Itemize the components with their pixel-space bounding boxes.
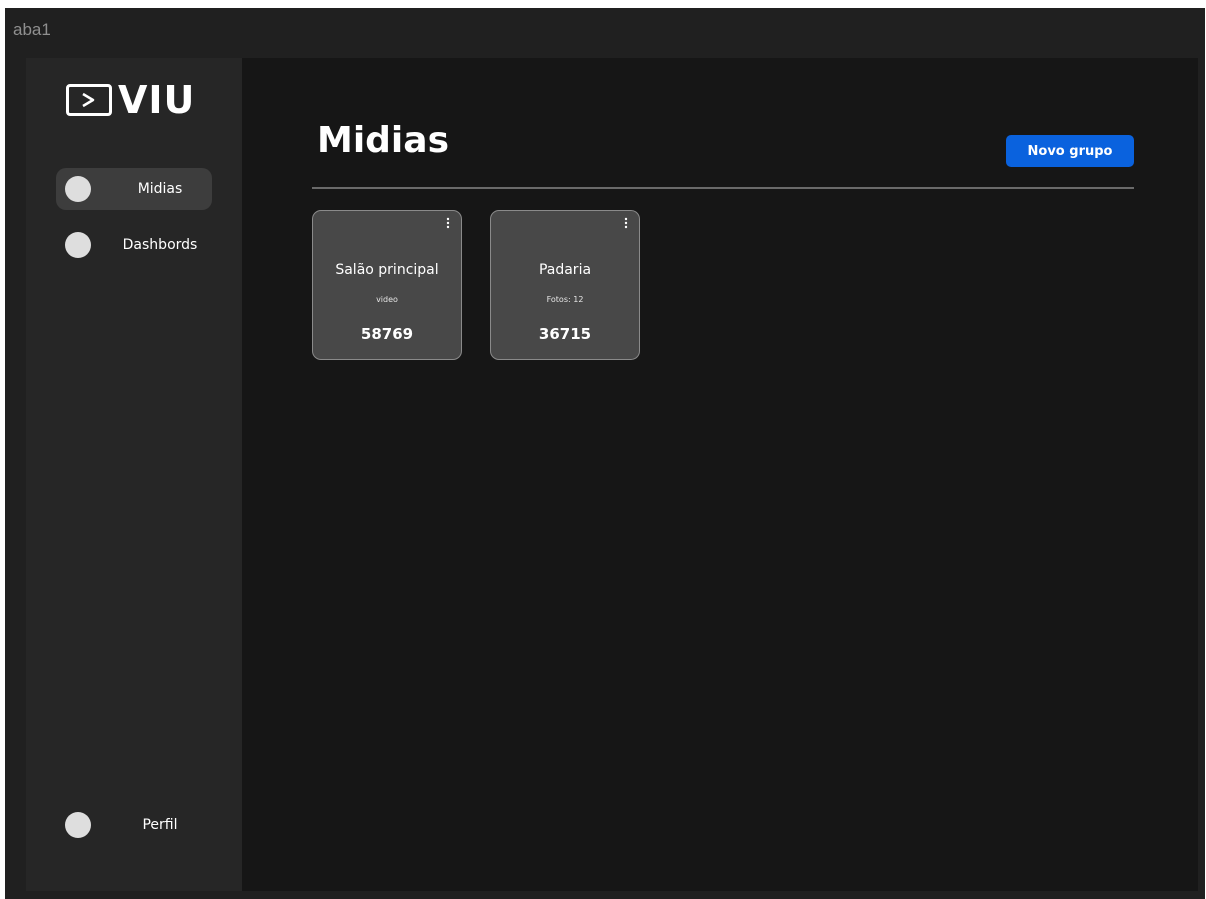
sidebar-item-midias[interactable]: Midias — [56, 168, 212, 210]
sidebar-item-label: Dashbords — [122, 237, 198, 253]
card-title: Padaria — [538, 262, 592, 278]
sidebar-item-dashbords[interactable]: Dashbords — [56, 224, 212, 266]
divider — [312, 187, 1134, 189]
media-card[interactable]: Salão principal video 58769 — [312, 210, 462, 360]
card-value: 58769 — [360, 325, 414, 343]
card-title: Salão principal — [335, 262, 439, 278]
avatar-icon — [65, 812, 91, 838]
page-title: Midias — [317, 120, 449, 161]
circle-icon — [65, 176, 91, 202]
media-card[interactable]: Padaria Fotos: 12 36715 — [490, 210, 640, 360]
window-title: aba1 — [13, 20, 51, 39]
circle-icon — [65, 232, 91, 258]
sidebar-item-label: Perfil — [142, 817, 178, 833]
card-value: 36715 — [538, 325, 592, 343]
card-subtitle: video — [376, 295, 398, 304]
card-subtitle: Fotos: 12 — [546, 295, 584, 304]
app-frame: aba1 VIU Midias Dashbords Perfil Midias … — [5, 8, 1205, 899]
sidebar: VIU Midias Dashbords Perfil — [26, 58, 242, 891]
new-group-button[interactable]: Novo grupo — [1006, 135, 1134, 167]
sidebar-item-label: Midias — [137, 181, 183, 197]
sidebar-item-perfil[interactable]: Perfil — [56, 804, 212, 846]
more-vertical-icon[interactable] — [623, 217, 629, 229]
brand-logo[interactable]: VIU — [66, 78, 196, 122]
brand-name: VIU — [118, 78, 196, 122]
more-vertical-icon[interactable] — [445, 217, 451, 229]
play-box-icon — [66, 84, 112, 116]
main-content: Midias Novo grupo Salão principal video … — [242, 58, 1198, 891]
